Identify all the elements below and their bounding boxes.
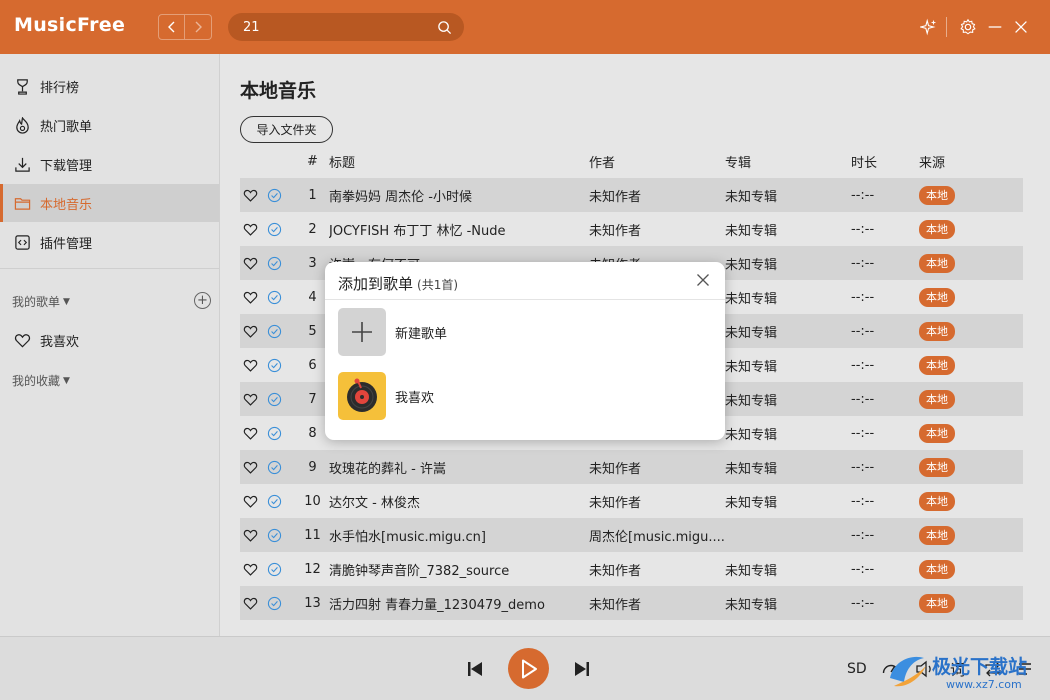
dialog-close-button[interactable] — [695, 272, 711, 288]
close-icon — [1015, 21, 1027, 33]
play-button[interactable] — [508, 648, 549, 689]
new-playlist-thumb — [338, 308, 386, 356]
previous-button[interactable] — [464, 659, 486, 679]
settings-button[interactable] — [958, 17, 978, 37]
dialog-subtitle: (共1首) — [417, 278, 459, 292]
next-button[interactable] — [571, 659, 593, 679]
quality-button[interactable]: SD — [847, 661, 867, 677]
search-icon[interactable] — [437, 20, 452, 35]
app-logo: MusicFree — [14, 14, 126, 36]
theme-button[interactable] — [919, 17, 939, 37]
back-arrow-icon — [167, 21, 174, 33]
previous-icon — [468, 662, 482, 676]
close-button[interactable] — [1011, 17, 1031, 37]
next-icon — [575, 662, 589, 676]
search-box[interactable] — [228, 13, 464, 41]
forward-arrow-icon — [195, 21, 202, 33]
dialog-title-text: 添加到歌单 — [338, 275, 414, 293]
search-input[interactable] — [243, 19, 437, 35]
sparkle-icon — [920, 18, 937, 36]
favorite-playlist-label: 我喜欢 — [395, 390, 435, 406]
back-button[interactable] — [158, 14, 185, 40]
minimize-button[interactable] — [985, 17, 1005, 37]
watermark-text: 极光下载站 — [932, 656, 1028, 678]
favorite-playlist-option[interactable]: 我喜欢 — [338, 372, 708, 420]
watermark-logo-icon — [890, 656, 926, 687]
dialog-divider — [325, 299, 725, 300]
vinyl-record-icon — [347, 378, 377, 412]
play-icon — [521, 659, 537, 678]
plus-icon — [352, 322, 372, 342]
new-playlist-label: 新建歌单 — [395, 326, 448, 342]
forward-button[interactable] — [185, 14, 212, 40]
close-icon — [697, 274, 709, 286]
new-playlist-option[interactable]: 新建歌单 — [338, 308, 708, 356]
title-bar: MusicFree — [0, 0, 1050, 54]
header-separator — [946, 17, 947, 37]
gear-icon — [960, 18, 976, 35]
watermark-url: www.xz7.com — [946, 678, 1022, 691]
add-to-playlist-dialog: 添加到歌单 (共1首) 新建歌单 我喜欢 — [325, 262, 725, 440]
dialog-title: 添加到歌单 (共1首) — [338, 273, 458, 294]
favorite-playlist-thumb — [338, 372, 386, 420]
minimize-icon — [988, 26, 1002, 28]
watermark: 极光下载站 www.xz7.com — [884, 648, 1044, 696]
